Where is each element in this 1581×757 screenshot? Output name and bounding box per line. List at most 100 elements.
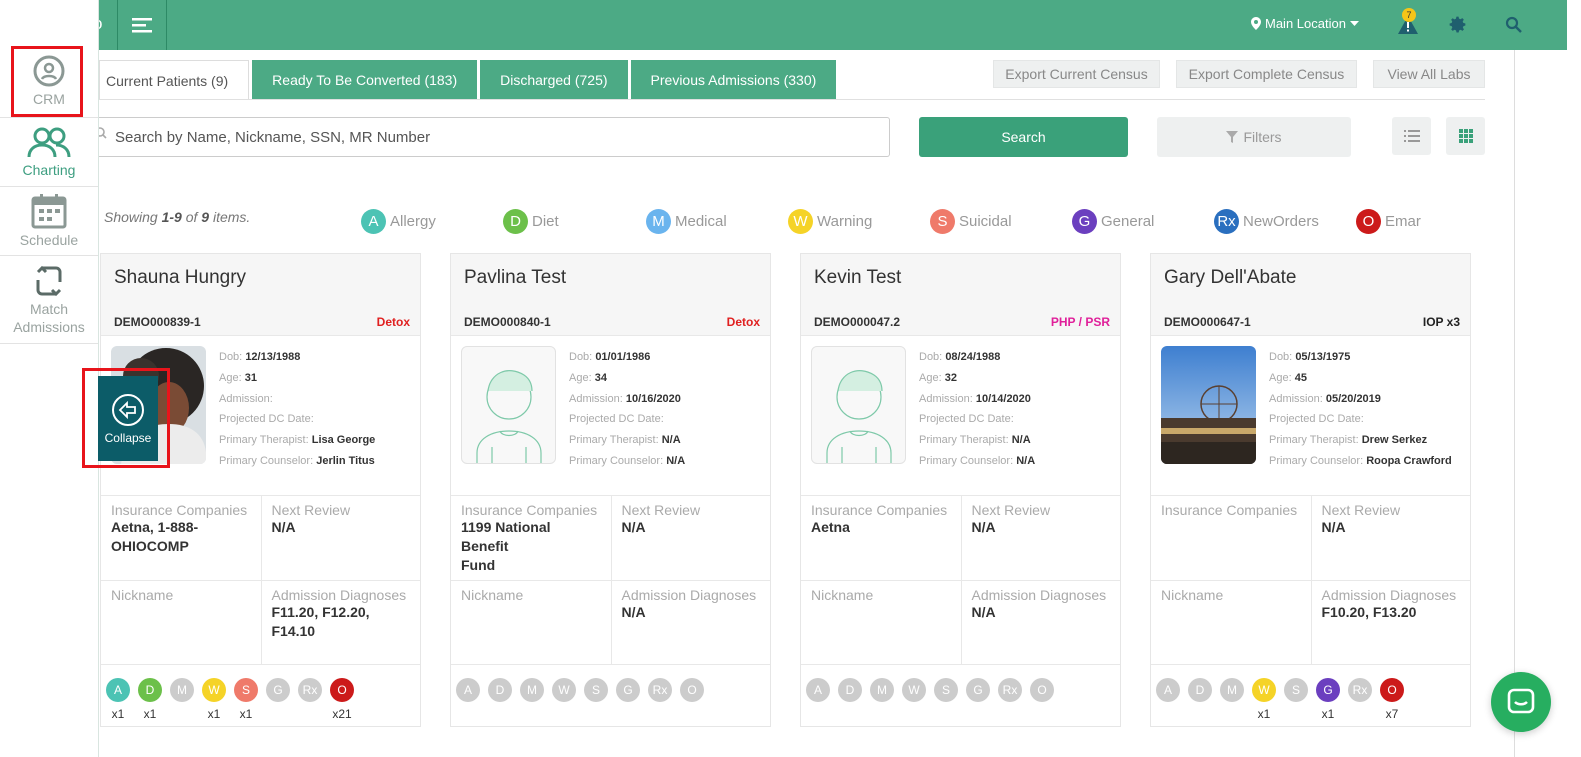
summary-total: 9 — [201, 209, 210, 225]
nickname-label: Nickname — [111, 587, 174, 603]
flag-badge-emar[interactable]: O — [1380, 678, 1404, 702]
legend-item-emar: O Emar — [1356, 209, 1421, 234]
flag-badge-warning[interactable]: W — [1252, 678, 1276, 702]
flag-badge-emar[interactable]: O — [330, 678, 354, 702]
nav-label-charting: Charting — [22, 162, 76, 178]
patient-name[interactable]: Shauna Hungry — [114, 267, 246, 289]
flag-badge-suicidal[interactable]: S — [934, 678, 958, 702]
nav-item-charting[interactable]: Charting — [0, 118, 98, 187]
top-bar: o Main Location 7 — [93, 0, 1567, 50]
diagnoses-label: Admission Diagnoses — [971, 587, 1107, 603]
flag-badge-diet[interactable]: D — [838, 678, 862, 702]
admission-row: Admission: 05/20/2019 — [1269, 392, 1381, 405]
flag-badge-neworders[interactable]: Rx — [298, 678, 322, 702]
tab-discharged[interactable]: Discharged (725) — [480, 60, 628, 100]
card-header: Shauna Hungry DEMO000839-1 Detox — [101, 254, 420, 336]
settings-button[interactable] — [1447, 14, 1468, 40]
diagnoses-cell: Admission Diagnoses N/A — [610, 581, 771, 664]
admission-row: Admission: — [219, 392, 273, 405]
flag-badge-warning[interactable]: W — [202, 678, 226, 702]
patient-card[interactable]: Gary Dell'Abate DEMO000647-1 IOP x3 Dob: 05… — [1150, 253, 1471, 727]
tab-previous-admissions[interactable]: Previous Admissions (330) — [630, 60, 837, 100]
legend-item-diet: D Diet — [503, 209, 559, 234]
patient-name[interactable]: Pavlina Test — [464, 267, 566, 289]
patient-card[interactable]: Kevin Test DEMO000047.2 PHP / PSR Dob: 08/2… — [800, 253, 1121, 727]
summary-middle: of — [181, 209, 202, 225]
patient-card[interactable]: Shauna Hungry DEMO000839-1 Detox Dob: 12/13… — [100, 253, 421, 727]
nav-item-schedule[interactable]: Schedule — [0, 187, 98, 256]
insurance-label: Insurance Companies — [111, 502, 248, 518]
patient-name[interactable]: Gary Dell'Abate — [1164, 267, 1296, 289]
mr-number: DEMO000840-1 — [464, 315, 551, 329]
dob-row: Dob: 12/13/1988 — [219, 351, 301, 363]
tab-ready-to-convert[interactable]: Ready To Be Converted (183) — [252, 60, 478, 100]
flag-count: x1 — [239, 707, 253, 721]
admission-row: Admission: 10/14/2020 — [919, 392, 1031, 405]
patient-name[interactable]: Kevin Test — [814, 267, 901, 289]
summary-range: 1-9 — [161, 209, 182, 225]
export-current-census-button[interactable]: Export Current Census — [993, 60, 1160, 88]
legend-item-allergy: A Allergy — [361, 209, 436, 234]
flag-badge-diet[interactable]: D — [138, 678, 162, 702]
next-review-cell: Next Review N/A — [1310, 496, 1471, 580]
nav-item-match-admissions[interactable]: Match Admissions — [0, 256, 98, 344]
flag-badge-suicidal[interactable]: S — [234, 678, 258, 702]
program-label: Detox — [726, 315, 760, 329]
flag-badge-medical[interactable]: M — [170, 678, 194, 702]
legend-label: General — [1101, 213, 1155, 230]
global-search-button[interactable] — [1505, 16, 1522, 38]
grid-view-button[interactable] — [1446, 117, 1485, 155]
search-icon — [1505, 16, 1522, 33]
admission-row: Admission: 10/16/2020 — [569, 392, 681, 405]
user-avatar-icon — [826, 370, 892, 463]
flag-badge-suicidal[interactable]: S — [584, 678, 608, 702]
export-complete-census-button[interactable]: Export Complete Census — [1176, 60, 1357, 88]
flag-badge-general[interactable]: G — [1316, 678, 1340, 702]
legend-label: Warning — [817, 213, 873, 230]
flag-badge-medical[interactable]: M — [520, 678, 544, 702]
patient-info: Dob: 01/01/1986 Age: 34 Admission: 10/16/2… — [569, 347, 685, 472]
diagnoses-label: Admission Diagnoses — [271, 587, 407, 603]
insurance-label: Insurance Companies — [811, 502, 948, 518]
flag-badge-emar[interactable]: O — [680, 678, 704, 702]
filters-button[interactable]: Filters — [1157, 117, 1351, 157]
chat-launcher-button[interactable] — [1491, 672, 1551, 732]
alerts-button[interactable]: 7 — [1397, 8, 1419, 41]
flag-badge-general[interactable]: G — [966, 678, 990, 702]
flag-badge-medical[interactable]: M — [870, 678, 894, 702]
flag-badge-neworders[interactable]: Rx — [648, 678, 672, 702]
projected-dc-row: Projected DC Date: — [219, 413, 314, 426]
flag-badge-allergy[interactable]: A — [456, 678, 480, 702]
flag-badge-general[interactable]: G — [266, 678, 290, 702]
nickname-row: Nickname Admission Diagnoses N/A — [451, 580, 770, 664]
flag-badge-general[interactable]: G — [616, 678, 640, 702]
list-view-button[interactable] — [1392, 117, 1431, 155]
flag-badge-diet[interactable]: D — [488, 678, 512, 702]
menu-toggle-button[interactable] — [117, 0, 167, 50]
flag-count: x1 — [143, 707, 157, 721]
flag-badge-neworders[interactable]: Rx — [998, 678, 1022, 702]
flag-badge-warning[interactable]: W — [902, 678, 926, 702]
flag-badge-medical[interactable]: M — [1220, 678, 1244, 702]
flag-badge-warning[interactable]: W — [552, 678, 576, 702]
card-header: Pavlina Test DEMO000840-1 Detox — [451, 254, 770, 336]
diagnoses-cell: Admission Diagnoses F11.20, F12.20, F14.10 — [260, 581, 421, 664]
flag-badge-suicidal[interactable]: S — [1284, 678, 1308, 702]
view-all-labs-button[interactable]: View All Labs — [1373, 60, 1485, 88]
legend-label: Emar — [1385, 213, 1421, 230]
flag-badge-emar[interactable]: O — [1030, 678, 1054, 702]
flag-badge-diet[interactable]: D — [1188, 678, 1212, 702]
flag-badge-allergy[interactable]: A — [806, 678, 830, 702]
flag-count: x1 — [111, 707, 125, 721]
nickname-cell: Nickname — [801, 581, 961, 664]
legend-dot: S — [930, 209, 955, 234]
patient-card[interactable]: Pavlina Test DEMO000840-1 Detox Dob: 01/01/… — [450, 253, 771, 727]
tab-current-patients[interactable]: Current Patients (9) — [99, 60, 250, 100]
flag-badge-allergy[interactable]: A — [106, 678, 130, 702]
flag-badge-allergy[interactable]: A — [1156, 678, 1180, 702]
patient-search-input[interactable]: Search by Name, Nickname, SSN, MR Number — [99, 117, 890, 157]
nickname-row: Nickname Admission Diagnoses F11.20, F12.2… — [101, 580, 420, 664]
search-button[interactable]: Search — [919, 117, 1128, 157]
location-dropdown[interactable]: Main Location — [1251, 16, 1359, 31]
flag-badge-neworders[interactable]: Rx — [1348, 678, 1372, 702]
